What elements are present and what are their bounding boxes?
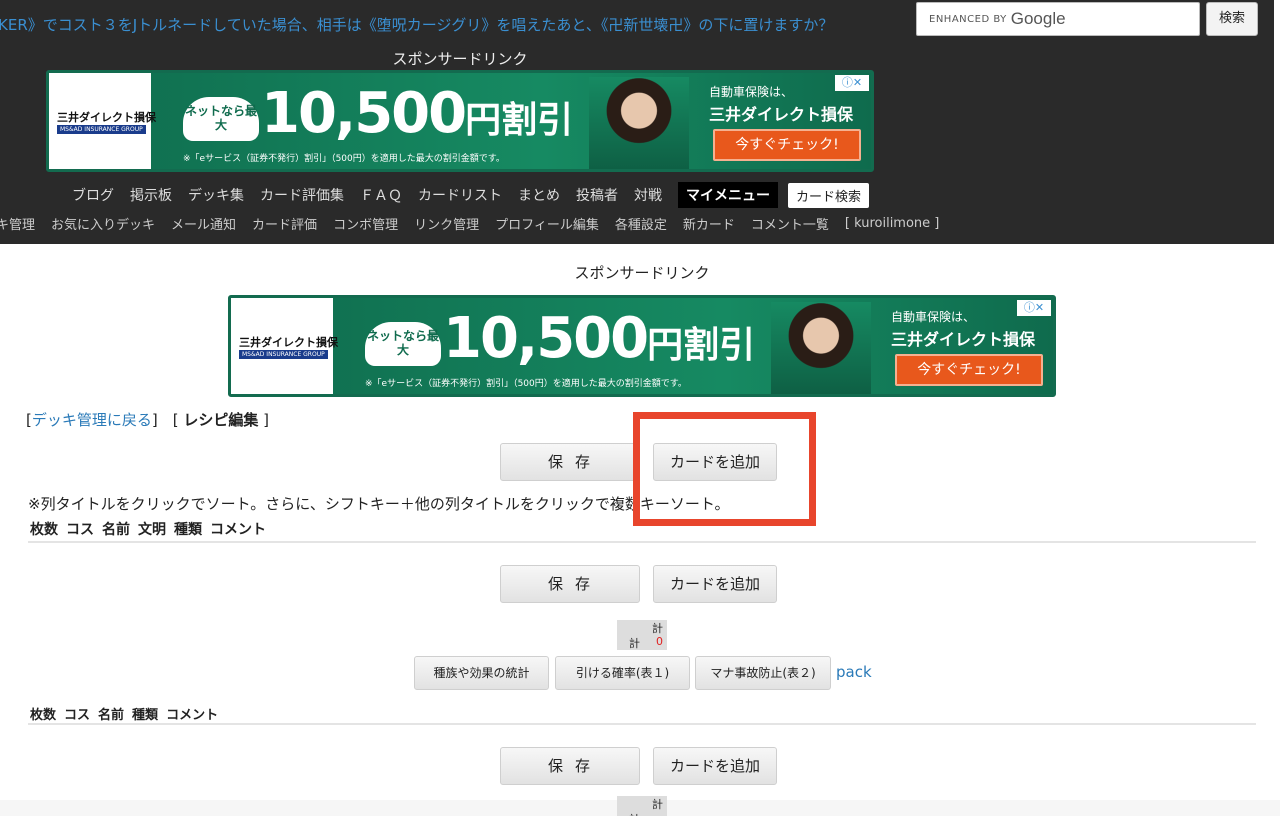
subnav-new-cards[interactable]: 新カード [683, 214, 735, 233]
total-header: 計 [652, 622, 663, 635]
col-cost[interactable]: コス [66, 522, 94, 538]
nav-blog[interactable]: ブログ [72, 185, 114, 205]
main-nav: ブログ 掲示板 デッキ集 カード評価集 ＦＡＱ カードリスト まとめ 投稿者 対… [72, 182, 885, 208]
draw-probability-button[interactable]: 引ける確率(表１) [555, 656, 690, 690]
crumb-current: レシピ編集 [183, 411, 259, 429]
ad-person-image [771, 302, 871, 394]
subnav-card-rating[interactable]: カード評価 [252, 214, 317, 233]
ad-note: ※「eサービス（証券不発行）割引」（500円）を適用した最大の割引金額です。 [365, 379, 687, 389]
nav-my-menu[interactable]: マイメニュー [678, 182, 778, 208]
col-cost-2[interactable]: コス [64, 708, 90, 723]
ad-right-line2: 三井ダイレクト損保 [709, 105, 854, 124]
crumb-close: ] [263, 411, 270, 429]
ad-logo-name: 三井ダイレクト損保 [57, 111, 156, 124]
nav-card-list[interactable]: カードリスト [418, 185, 502, 205]
ad-logo-name: 三井ダイレクト損保 [239, 336, 338, 349]
col-name[interactable]: 名前 [102, 522, 130, 538]
sort-hint: ※列タイトルをクリックでソート。さらに、シフトキー＋他の列タイトルをクリックで複… [28, 495, 730, 513]
col-comment[interactable]: コメント [210, 522, 266, 538]
banner-ad-content[interactable]: 三井ダイレクト損保 MS&AD INSURANCE GROUP ネットなら最大 … [228, 295, 1056, 397]
ad-cta-button[interactable]: 今すぐチェック! [713, 129, 861, 161]
col-type-2[interactable]: 種類 [132, 708, 158, 723]
google-logo: Google [1010, 9, 1066, 28]
ad-logo-sub: MS&AD INSURANCE GROUP [57, 125, 146, 134]
col-count-2[interactable]: 枚数 [30, 708, 56, 723]
ad-amount: 10,500円割引 [261, 81, 573, 146]
save-button[interactable]: 保存 [500, 443, 640, 481]
save-button-3[interactable]: 保存 [500, 747, 640, 785]
site-header: KER》でコスト３をJトルネードしていた場合、相手は《堕呪カージグリ》を唱えたあ… [0, 0, 1274, 244]
total-count-box: 計 計 0 [617, 620, 667, 650]
ad-cta-button[interactable]: 今すぐチェック! [895, 354, 1043, 386]
nav-decks[interactable]: デッキ集 [188, 185, 244, 205]
banner-ad[interactable]: 三井ダイレクト損保 MS&AD INSURANCE GROUP ネットなら最大 … [46, 70, 874, 172]
col-name-2[interactable]: 名前 [98, 708, 124, 723]
nav-summary[interactable]: まとめ [518, 185, 560, 205]
back-to-deck-manage-link[interactable]: デッキ管理に戻る [32, 411, 152, 429]
subnav-combo-manage[interactable]: コンボ管理 [333, 214, 398, 233]
highlight-box [633, 412, 816, 526]
nav-battle[interactable]: 対戦 [634, 185, 662, 205]
ad-badge: ネットなら最大 [365, 322, 441, 366]
google-search-input[interactable]: ENHANCED BY Google [916, 2, 1200, 36]
ad-logo: 三井ダイレクト損保 MS&AD INSURANCE GROUP [49, 73, 156, 169]
subnav-username[interactable]: [ kuroilimone ] [845, 216, 939, 231]
nav-faq[interactable]: ＦＡＱ [360, 185, 402, 205]
subnav-settings[interactable]: 各種設定 [615, 214, 667, 233]
ad-right-line2: 三井ダイレクト損保 [891, 330, 1036, 349]
ad-amount: 10,500円割引 [443, 306, 755, 371]
add-card-button-3[interactable]: カードを追加 [653, 747, 777, 785]
deck-table-header: 枚数 コス 名前 文明 種類 コメント [30, 519, 274, 539]
card-search-button[interactable]: カード検索 [788, 182, 870, 208]
ad-amount-number: 10,500 [443, 306, 649, 371]
col-civilization[interactable]: 文明 [138, 522, 166, 538]
ad-close-icon[interactable]: ⓘ✕ [835, 75, 869, 91]
nav-card-ratings[interactable]: カード評価集 [260, 185, 344, 205]
search-button[interactable]: 検索 [1206, 2, 1258, 36]
ad-unit: 円割引 [465, 100, 574, 141]
col-count[interactable]: 枚数 [30, 522, 58, 538]
subnav-deck-manage[interactable]: キ管理 [0, 214, 35, 233]
sponsor-label: スポンサードリンク [392, 50, 528, 68]
ad-right-line1: 自動車保険は、 [891, 310, 976, 324]
subnav-mail-notify[interactable]: メール通知 [171, 214, 236, 233]
save-button-2[interactable]: 保存 [500, 565, 640, 603]
total-label: 計 [629, 637, 640, 650]
subnav-comments[interactable]: コメント一覧 [751, 214, 829, 233]
faq-ticker-link[interactable]: KER》でコスト３をJトルネードしていた場合、相手は《堕呪カージグリ》を唱えたあ… [0, 14, 888, 35]
total-label-2: 計 [629, 811, 640, 816]
ad-badge: ネットなら最大 [183, 97, 259, 141]
stats-button[interactable]: 種族や効果の統計 [414, 656, 549, 690]
col-comment-2[interactable]: コメント [166, 708, 218, 723]
pack-link[interactable]: pack [836, 663, 872, 681]
crumb-mid: ] [ [151, 411, 179, 429]
total-count-box-2: 計 計 [617, 796, 667, 816]
search-enhanced-label: ENHANCED BY [929, 13, 1007, 25]
total-value: 0 [656, 635, 663, 648]
ad-right-line1: 自動車保険は、 [709, 85, 794, 99]
total-header-2: 計 [652, 798, 663, 811]
nav-board[interactable]: 掲示板 [130, 185, 172, 205]
breadcrumb: [デッキ管理に戻る] [ レシピ編集 ] [26, 409, 269, 430]
nav-posters[interactable]: 投稿者 [576, 185, 618, 205]
ad-unit: 円割引 [647, 325, 756, 366]
col-type[interactable]: 種類 [174, 522, 202, 538]
ad-logo-sub: MS&AD INSURANCE GROUP [239, 350, 328, 359]
ad-person-image [589, 77, 689, 169]
side-table-header: 枚数 コス 名前 種類 コメント [30, 704, 226, 723]
divider [28, 541, 1256, 543]
subnav-favorite-decks[interactable]: お気に入りデッキ [51, 214, 155, 233]
sponsor-label-content: スポンサードリンク [574, 264, 710, 282]
add-card-button-2[interactable]: カードを追加 [653, 565, 777, 603]
subnav-link-manage[interactable]: リンク管理 [414, 214, 479, 233]
divider-2 [28, 723, 1256, 725]
ad-note: ※「eサービス（証券不発行）割引」（500円）を適用した最大の割引金額です。 [183, 154, 505, 164]
mana-accident-button[interactable]: マナ事故防止(表２) [695, 656, 831, 690]
ad-amount-number: 10,500 [261, 81, 467, 146]
ad-close-icon[interactable]: ⓘ✕ [1017, 300, 1051, 316]
sub-nav: キ管理 お気に入りデッキ メール通知 カード評価 コンボ管理 リンク管理 プロフ… [0, 214, 955, 233]
ad-logo: 三井ダイレクト損保 MS&AD INSURANCE GROUP [231, 298, 338, 394]
subnav-profile-edit[interactable]: プロフィール編集 [495, 214, 599, 233]
